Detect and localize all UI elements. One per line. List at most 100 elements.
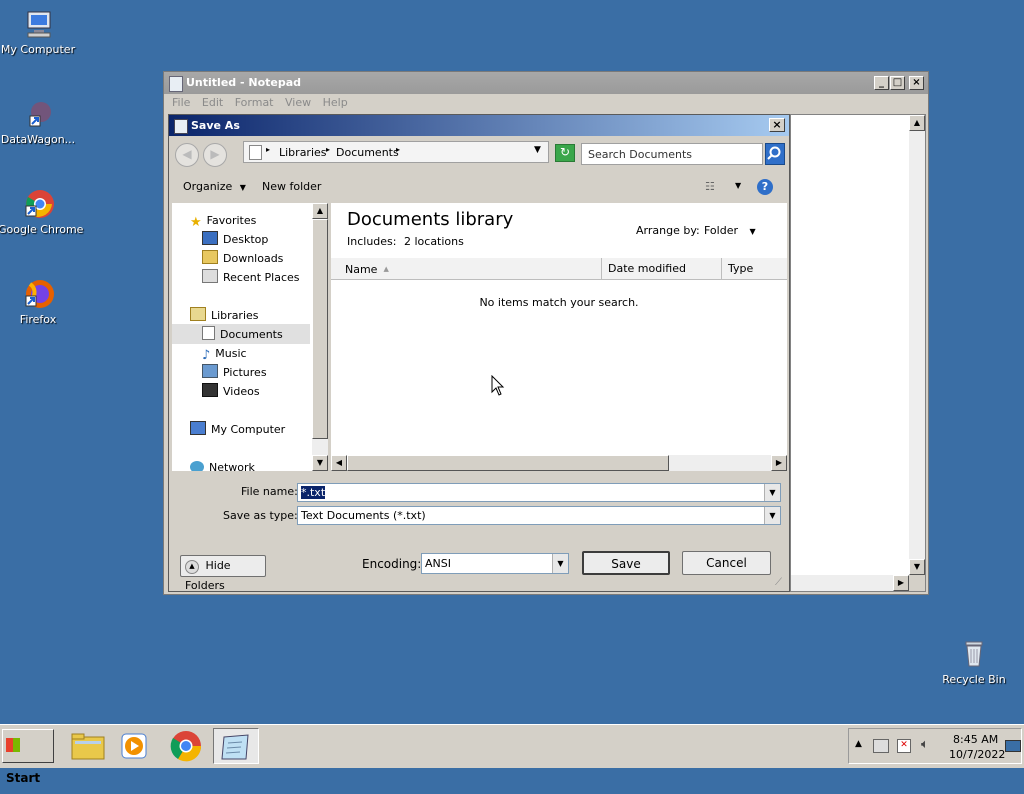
column-header-type[interactable]: Type — [722, 258, 787, 280]
breadcrumb-separator-icon[interactable]: ▸ — [326, 145, 330, 154]
save-button[interactable]: Save — [582, 551, 670, 575]
nav-libraries[interactable]: Libraries — [190, 307, 259, 325]
action-center-icon[interactable]: ✕ — [897, 739, 911, 753]
scroll-thumb[interactable] — [347, 455, 669, 471]
search-button[interactable] — [765, 143, 785, 165]
nav-vertical-scrollbar[interactable]: ▲ ▼ — [312, 203, 328, 471]
hide-folders-button[interactable]: ▲ Hide Folders — [180, 555, 266, 592]
breadcrumb-documents[interactable]: Documents — [336, 146, 399, 159]
empty-results-message: No items match your search. — [479, 296, 639, 309]
nav-label: Music — [215, 347, 247, 360]
breadcrumb-separator-icon[interactable]: ▸ — [396, 145, 400, 154]
column-header-date-modified[interactable]: Date modified — [602, 258, 722, 280]
scroll-down-arrow-icon[interactable]: ▼ — [909, 559, 925, 575]
desktop-icon-recycle-bin[interactable]: Recycle Bin — [934, 638, 1014, 686]
maximize-button[interactable]: □ — [890, 76, 905, 90]
new-folder-button[interactable]: New folder — [262, 180, 321, 193]
arrange-by-dropdown[interactable]: Folder ▼ — [704, 224, 756, 237]
nav-label: Desktop — [223, 233, 269, 246]
scroll-up-arrow-icon[interactable]: ▲ — [312, 203, 328, 219]
nav-network[interactable]: Network — [190, 459, 255, 471]
library-heading: Documents library — [347, 209, 514, 230]
view-options-icon[interactable]: ☷ — [705, 180, 715, 193]
scroll-thumb[interactable] — [312, 219, 328, 439]
taskbar-media-player-button[interactable] — [112, 728, 156, 764]
help-icon[interactable]: ? — [757, 179, 773, 195]
nav-label: Network — [209, 461, 255, 471]
menu-help[interactable]: Help — [323, 96, 348, 109]
desktop-icon-firefox[interactable]: Firefox — [0, 278, 78, 326]
menu-file[interactable]: File — [172, 96, 190, 109]
menu-view[interactable]: View — [285, 96, 311, 109]
nav-item-desktop[interactable]: Desktop — [202, 231, 268, 249]
notepad-text-area[interactable]: ▲ ▼ ▶ — [790, 114, 926, 592]
column-header-name[interactable]: Name ▲ — [331, 258, 602, 280]
chevron-down-icon: ▼ — [749, 227, 756, 236]
nav-item-downloads[interactable]: Downloads — [202, 250, 283, 268]
desktop-icon-label: Google Chrome — [0, 223, 84, 236]
breadcrumb-libraries[interactable]: Libraries — [279, 146, 327, 159]
content-horizontal-scrollbar[interactable]: ◀ ▶ — [331, 455, 787, 471]
chevron-down-icon[interactable]: ▼ — [764, 507, 780, 524]
notepad-title-bar[interactable]: Untitled - Notepad _ □ × — [164, 72, 928, 94]
organize-button[interactable]: Organize ▼ — [183, 180, 246, 193]
cancel-button[interactable]: Cancel — [682, 551, 771, 575]
scroll-right-arrow-icon[interactable]: ▶ — [893, 575, 909, 591]
resize-grip-icon[interactable]: ⟋ — [775, 577, 787, 589]
minimize-button[interactable]: _ — [874, 76, 889, 90]
notepad-horizontal-scrollbar[interactable]: ▶ — [791, 575, 925, 591]
show-hidden-icons-icon[interactable]: ▲ — [855, 739, 862, 749]
chrome-icon — [22, 188, 54, 220]
dialog-close-button[interactable]: × — [769, 118, 785, 132]
size-grip-icon[interactable] — [909, 575, 925, 591]
taskbar-chrome-button[interactable] — [164, 728, 208, 764]
dialog-title-bar[interactable]: Save As × — [169, 115, 789, 136]
includes-locations-link[interactable]: 2 locations — [404, 235, 464, 248]
back-button[interactable]: ◀ — [175, 143, 199, 167]
chevron-down-icon[interactable]: ▼ — [552, 554, 568, 573]
desktop-icon — [202, 231, 218, 245]
nav-item-recent-places[interactable]: Recent Places — [202, 269, 300, 287]
view-dropdown-icon[interactable]: ▼ — [735, 181, 741, 190]
scroll-up-arrow-icon[interactable]: ▲ — [909, 115, 925, 131]
nav-item-pictures[interactable]: Pictures — [202, 364, 267, 382]
desktop-icon-datawagon[interactable]: DataWagon... — [0, 98, 78, 146]
encoding-select[interactable]: ANSI ▼ — [421, 553, 569, 574]
clock-time[interactable]: 8:45 AM — [953, 733, 998, 746]
notepad-vertical-scrollbar[interactable]: ▲ ▼ — [909, 115, 925, 575]
menu-edit[interactable]: Edit — [202, 96, 223, 109]
save-icon — [174, 119, 188, 134]
address-dropdown-icon[interactable]: ▼ — [534, 145, 541, 155]
taskbar-notepad-button[interactable] — [213, 728, 259, 764]
network-tray-icon[interactable] — [873, 739, 889, 753]
nav-item-documents[interactable]: Documents — [202, 326, 283, 344]
breadcrumb-separator-icon[interactable]: ▸ — [266, 145, 270, 154]
filename-input[interactable]: *.txt ▼ — [297, 483, 781, 502]
show-desktop-icon[interactable] — [1005, 740, 1021, 752]
scroll-right-arrow-icon[interactable]: ▶ — [771, 455, 787, 471]
savetype-select[interactable]: Text Documents (*.txt) ▼ — [297, 506, 781, 525]
desktop-icon-my-computer[interactable]: My Computer — [0, 8, 78, 56]
refresh-button[interactable]: ↻ — [555, 144, 575, 162]
nav-my-computer[interactable]: My Computer — [190, 421, 285, 439]
taskbar-explorer-button[interactable] — [66, 728, 110, 764]
clock-date[interactable]: 10/7/2022 — [949, 748, 1005, 761]
volume-icon[interactable]: 🔈︎ — [921, 737, 929, 752]
start-button[interactable]: Start — [2, 729, 54, 785]
save-as-dialog: Save As × ◀ ▶ ▸ Libraries ▸ Documents ▸ … — [168, 114, 790, 592]
close-button[interactable]: × — [909, 76, 924, 90]
forward-button[interactable]: ▶ — [203, 143, 227, 167]
address-bar[interactable]: ▸ Libraries ▸ Documents ▸ ▼ — [243, 141, 549, 163]
scroll-left-arrow-icon[interactable]: ◀ — [331, 455, 347, 471]
menu-format[interactable]: Format — [235, 96, 274, 109]
start-label: Start — [6, 771, 41, 785]
encoding-value: ANSI — [425, 557, 451, 570]
chevron-down-icon[interactable]: ▼ — [764, 484, 780, 501]
search-input[interactable]: Search Documents — [581, 143, 763, 165]
desktop-icon-google-chrome[interactable]: Google Chrome — [0, 188, 84, 236]
pictures-icon — [202, 364, 218, 378]
nav-item-music[interactable]: ♪ Music — [202, 345, 247, 363]
nav-favorites[interactable]: ★ Favorites — [190, 212, 256, 230]
scroll-down-arrow-icon[interactable]: ▼ — [312, 455, 328, 471]
nav-item-videos[interactable]: Videos — [202, 383, 260, 401]
